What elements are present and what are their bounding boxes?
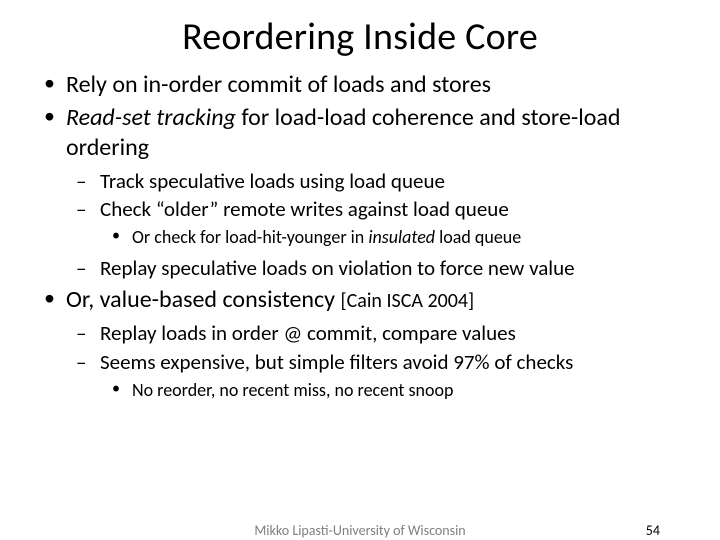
bullet-list-level3: Or check for load-hit-younger in insulat…: [100, 226, 690, 249]
bullet-l2-item: Check “older” remote writes against load…: [100, 196, 690, 249]
bullet-l1-item: Read-set tracking for load-load coherenc…: [66, 103, 690, 281]
bullet-l1-item: Rely on in-order commit of loads and sto…: [66, 70, 690, 99]
bullet-l3-item: No reorder, no recent miss, no recent sn…: [132, 379, 690, 402]
bullet-list-level2: Replay loads in order @ commit, compare …: [66, 320, 690, 401]
bullet-text: load queue: [435, 226, 521, 248]
bullet-text: Replay loads in order @ commit, compare …: [100, 320, 516, 346]
bullet-l2-item: Replay speculative loads on violation to…: [100, 255, 690, 281]
bullet-l2-item: Track speculative loads using load queue: [100, 168, 690, 194]
bullet-text: Or, value-based consistency: [66, 285, 340, 314]
slide: Reordering Inside Core Rely on in-order …: [0, 0, 720, 540]
bullet-list-level3: No reorder, no recent miss, no recent sn…: [100, 379, 690, 402]
bullet-text: Rely on in-order commit of loads and sto…: [66, 70, 491, 99]
footer-author: Mikko Lipasti-University of Wisconsin: [0, 522, 720, 539]
bullet-text: Replay speculative loads on violation to…: [100, 255, 575, 281]
bullet-l3-item: Or check for load-hit-younger in insulat…: [132, 226, 690, 249]
bullet-text: Seems expensive, but simple filters avoi…: [100, 349, 573, 375]
bullet-l2-item: Seems expensive, but simple filters avoi…: [100, 349, 690, 402]
footer-page-number: 54: [646, 522, 660, 539]
bullet-list-level2: Track speculative loads using load queue…: [66, 168, 690, 281]
bullet-text: Or check for load-hit-younger in: [132, 226, 368, 248]
bullet-text: No reorder, no recent miss, no recent sn…: [132, 379, 453, 401]
slide-title: Reordering Inside Core: [30, 14, 690, 60]
bullet-list-level1: Rely on in-order commit of loads and sto…: [30, 70, 690, 401]
bullet-l1-item: Or, value-based consistency [Cain ISCA 2…: [66, 285, 690, 401]
bullet-citation: [Cain ISCA 2004]: [340, 289, 474, 313]
bullet-text-emph: insulated: [368, 226, 435, 248]
bullet-text: Check “older” remote writes against load…: [100, 196, 509, 222]
bullet-text-emph: Read-set tracking: [66, 103, 236, 132]
bullet-text: Track speculative loads using load queue: [100, 168, 445, 194]
bullet-l2-item: Replay loads in order @ commit, compare …: [100, 320, 690, 346]
